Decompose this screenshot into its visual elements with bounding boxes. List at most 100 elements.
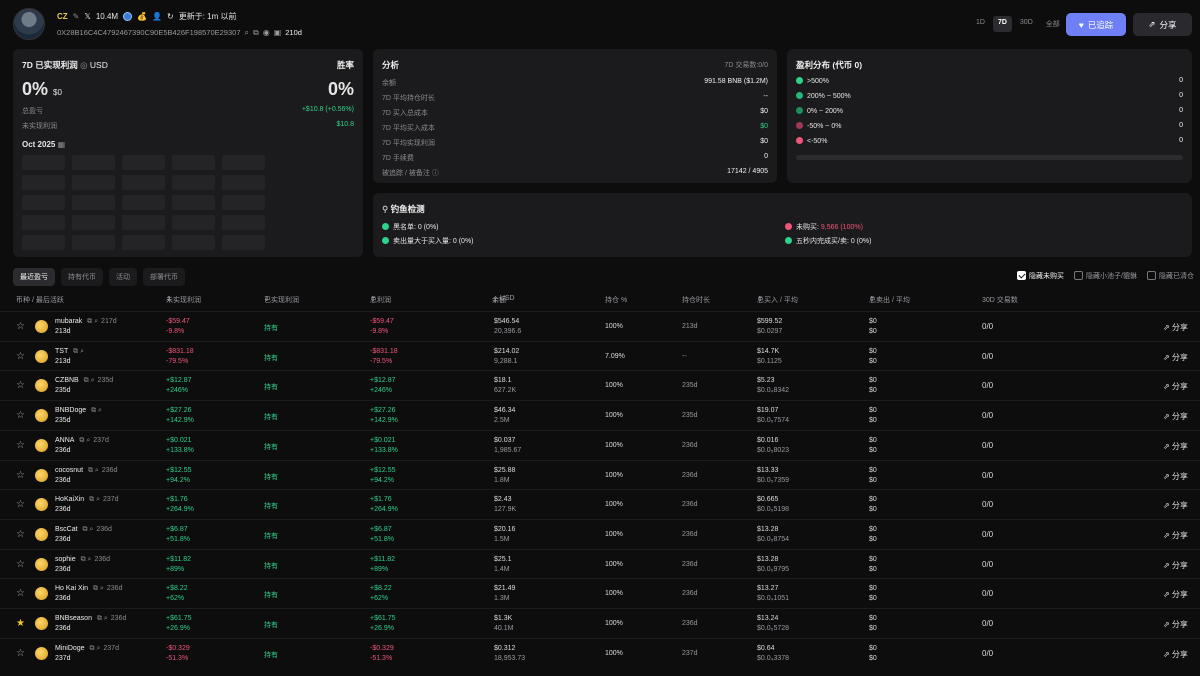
row-share-button[interactable]: ⇗ 分享 xyxy=(1163,500,1188,511)
x-icon[interactable]: 𝕏 xyxy=(84,12,90,21)
copy-icon[interactable]: ⧉ ⌕ xyxy=(82,377,95,384)
search-icon[interactable]: ⌕ xyxy=(245,28,249,37)
token-name[interactable]: Ho Kai Xin ⧉ ⌕ 236d xyxy=(55,585,122,593)
unrealized-usd: +$1.76 xyxy=(166,496,188,504)
edit-icon[interactable]: ✎ xyxy=(73,12,80,21)
table-row[interactable]: ☆ sophie ⧉ ⌕ 236d 236d +$11.82 +89% 持有 +$11.82 +… xyxy=(0,548,1200,579)
row-share-button[interactable]: ⇗ 分享 xyxy=(1163,381,1188,392)
copy-icon[interactable]: ⧉ xyxy=(253,28,259,37)
tab-recent-pnl[interactable]: 最近盈亏 xyxy=(13,268,55,286)
row-share-button[interactable]: ⇗ 分享 xyxy=(1163,649,1188,660)
copy-icon[interactable]: ⧉ ⌕ xyxy=(86,467,99,474)
table-row[interactable]: ☆ mubarak ⧉ ⌕ 217d 213d -$59.47 -9.8% 持有 -$59.4… xyxy=(0,311,1200,341)
col-unrealized[interactable]: 未实现利润 ⇕ xyxy=(166,295,201,304)
follow-button[interactable]: ♥ 已追踪 xyxy=(1066,13,1126,36)
token-name[interactable]: cocosnut ⧉ ⌕ 236d xyxy=(55,467,117,475)
table-row[interactable]: ☆ MiniDoge ⧉ ⌕ 237d 237d -$0.329 -51.3% 持有 -$0.… xyxy=(0,637,1200,668)
star-icon[interactable]: ★ xyxy=(16,618,25,629)
tab-deployed[interactable]: 部署代币 xyxy=(143,268,185,286)
copy-icon[interactable]: ⧉ ⌕ xyxy=(71,348,84,355)
table-row[interactable]: ☆ BNBDoge ⧉ ⌕ 235d +$27.26 +142.9% 持有 +$27.26 +… xyxy=(0,400,1200,430)
copy-icon[interactable]: ⧉ ⌕ xyxy=(81,526,94,533)
tab-activity[interactable]: 活动 xyxy=(109,268,137,286)
token-name[interactable]: TST ⧉ ⌕ xyxy=(55,348,84,356)
avg-sell: $0 xyxy=(869,625,877,632)
star-icon[interactable]: ☆ xyxy=(16,559,25,570)
col-realized[interactable]: 已实现利润 ⇕ xyxy=(264,295,299,304)
copy-icon[interactable]: ⧉ ⌕ xyxy=(85,318,98,325)
col-sell[interactable]: 总卖出 / 平均 ⇕ xyxy=(869,295,910,304)
row-share-button[interactable]: ⇗ 分享 xyxy=(1163,589,1188,600)
period-7d[interactable]: 7D xyxy=(992,16,1012,32)
col-token[interactable]: 币种 / 最后活跃 ↓ xyxy=(16,295,64,304)
pnl-calendar xyxy=(22,155,272,255)
row-share-button[interactable]: ⇗ 分享 xyxy=(1163,411,1188,422)
token-name[interactable]: BscCat ⧉ ⌕ 236d xyxy=(55,526,112,534)
token-name[interactable]: BNBseason ⧉ ⌕ 236d xyxy=(55,615,126,623)
star-icon[interactable]: ☆ xyxy=(16,440,25,451)
total-usd: +$6.87 xyxy=(370,525,392,533)
last-active: 236d xyxy=(55,535,71,543)
row-share-button[interactable]: ⇗ 分享 xyxy=(1163,322,1188,333)
distribution-count: 0 xyxy=(1179,92,1183,99)
phishing-dot xyxy=(382,223,389,230)
col-total[interactable]: 总利润 ⇕ xyxy=(370,295,391,304)
token-name[interactable]: MiniDoge ⧉ ⌕ 237d xyxy=(55,645,119,653)
token-name[interactable]: BNBDoge ⧉ ⌕ xyxy=(55,407,102,415)
hide-unbought-check[interactable]: 隐藏未购买 xyxy=(1017,271,1064,281)
row-share-button[interactable]: ⇗ 分享 xyxy=(1163,471,1188,482)
token-name[interactable]: HoKaiXin ⧉ ⌕ 237d xyxy=(55,496,119,504)
row-share-button[interactable]: ⇗ 分享 xyxy=(1163,619,1188,630)
star-icon[interactable]: ☆ xyxy=(16,499,25,510)
table-row[interactable]: ☆ TST ⧉ ⌕ 213d -$831.18 -79.5% 持有 -$831.18 -79.… xyxy=(0,340,1200,371)
star-icon[interactable]: ☆ xyxy=(16,410,25,421)
token-name[interactable]: sophie ⧉ ⌕ 236d xyxy=(55,556,110,564)
row-share-button[interactable]: ⇗ 分享 xyxy=(1163,352,1188,363)
star-icon[interactable]: ☆ xyxy=(16,588,25,599)
hide-small-pool-check[interactable]: 隐藏小池子/貔貅 xyxy=(1074,271,1137,281)
table-row[interactable]: ☆ BscCat ⧉ ⌕ 236d 236d +$6.87 +51.8% 持有 +$6.87 +… xyxy=(0,518,1200,549)
table-row[interactable]: ☆ cocosnut ⧉ ⌕ 236d 236d +$12.55 +94.2% 持有 +$12… xyxy=(0,459,1200,490)
hide-closed-check[interactable]: 隐藏已清仓 xyxy=(1146,271,1194,281)
calendar-day xyxy=(22,235,65,250)
row-share-button[interactable]: ⇗ 分享 xyxy=(1163,441,1188,452)
copy-icon[interactable]: ⧉ ⌕ xyxy=(87,496,100,503)
avatar[interactable] xyxy=(13,8,45,40)
copy-icon[interactable]: ⧉ ⌕ xyxy=(91,585,104,592)
star-icon[interactable]: ☆ xyxy=(16,470,25,481)
star-icon[interactable]: ☆ xyxy=(16,529,25,540)
table-row[interactable]: ☆ HoKaiXin ⧉ ⌕ 237d 236d +$1.76 +264.9% 持有 +$1.… xyxy=(0,489,1200,519)
token-name[interactable]: mubarak ⧉ ⌕ 217d xyxy=(55,318,117,326)
copy-icon[interactable]: ⧉ ⌕ xyxy=(95,615,108,622)
token-name[interactable]: CZBNB ⧉ ⌕ 235d xyxy=(55,377,113,385)
total-buy: $13.27 xyxy=(757,585,779,593)
calendar-month[interactable]: Oct 2025 ▦ xyxy=(22,140,65,149)
share-button[interactable]: ⇗ 分享 xyxy=(1133,13,1192,36)
analysis-value: -- xyxy=(763,93,768,100)
table-row[interactable]: ★ BNBseason ⧉ ⌕ 236d 236d +$61.75 +26.9% 持有 +$6… xyxy=(0,608,1200,638)
period-30d[interactable]: 30D xyxy=(1015,16,1038,32)
row-share-button[interactable]: ⇗ 分享 xyxy=(1163,560,1188,571)
star-icon[interactable]: ☆ xyxy=(16,380,25,391)
star-icon[interactable]: ☆ xyxy=(16,351,25,362)
token-name[interactable]: ANNA ⧉ ⌕ 237d xyxy=(55,437,109,445)
table-row[interactable]: ☆ ANNA ⧉ ⌕ 237d 236d +$0.021 +133.8% 持有 +$0.021… xyxy=(0,429,1200,460)
refresh-icon[interactable]: ↻ xyxy=(167,12,174,21)
row-share-button[interactable]: ⇗ 分享 xyxy=(1163,530,1188,541)
table-row[interactable]: ☆ CZBNB ⧉ ⌕ 235d 235d +$12.87 +246% 持有 +$12.87 +… xyxy=(0,370,1200,400)
col-buy[interactable]: 总买入 / 平均 ⇕ xyxy=(757,295,798,304)
copy-icon[interactable]: ⧉ ⌕ xyxy=(77,437,90,444)
period-1d[interactable]: 1D xyxy=(971,16,990,32)
copy-icon[interactable]: ⧉ ⌕ xyxy=(88,645,101,652)
star-icon[interactable]: ☆ xyxy=(16,648,25,659)
total-usd: -$59.47 xyxy=(370,318,394,325)
tab-holdings[interactable]: 持有代币 xyxy=(61,268,103,286)
period-all[interactable]: 全部 xyxy=(1041,16,1065,32)
token-age: 237d xyxy=(103,496,119,504)
table-row[interactable]: ☆ Ho Kai Xin ⧉ ⌕ 236d 236d +$8.22 +62% 持有 +$8.2… xyxy=(0,578,1200,608)
copy-icon[interactable]: ⧉ ⌕ xyxy=(89,407,102,414)
star-icon[interactable]: ☆ xyxy=(16,321,25,332)
balance-usd: $20.16 xyxy=(494,525,516,533)
copy-icon[interactable]: ⧉ ⌕ xyxy=(79,556,92,563)
col-balance[interactable]: 余额 ⇕ USD ⓢ xyxy=(492,295,515,305)
